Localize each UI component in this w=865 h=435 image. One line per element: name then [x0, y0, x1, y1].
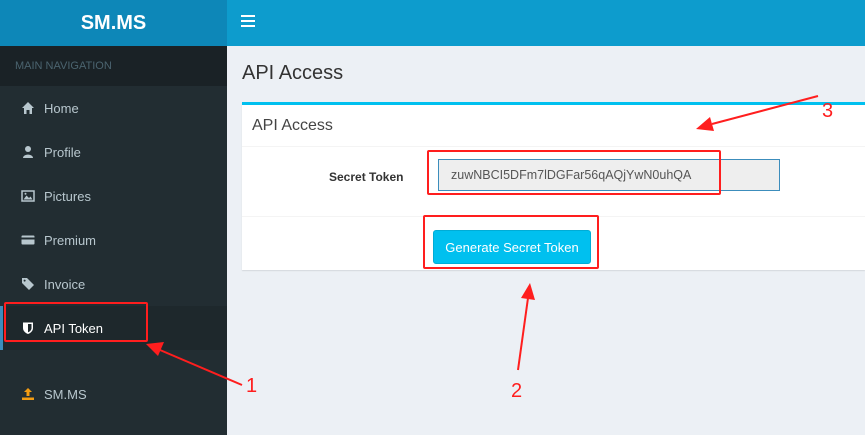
image-icon [20, 189, 36, 203]
sidebar-item-premium[interactable]: Premium [0, 218, 227, 262]
upload-icon [20, 387, 36, 401]
page-title: API Access [242, 62, 344, 84]
annotation-box-api-token [4, 302, 148, 342]
sidebar-item-label: Premium [44, 232, 97, 248]
sidebar-item-label: Pictures [44, 188, 91, 204]
sidebar-item-profile[interactable]: Profile [0, 130, 227, 174]
box-title: API Access [242, 105, 865, 147]
hamburger-icon[interactable] [241, 15, 255, 29]
annotation-label-1: 1 [246, 375, 258, 397]
sidebar-item-invoice[interactable]: Invoice [0, 262, 227, 306]
sidebar-item-label: Profile [44, 144, 81, 160]
annotation-box-generate-button [423, 215, 599, 269]
annotation-label-2: 2 [511, 380, 523, 402]
home-icon [20, 101, 36, 115]
annotation-box-secret-token [427, 150, 721, 195]
sidebar-item-smms[interactable]: SM.MS [0, 372, 227, 416]
secret-token-label: Secret Token [329, 170, 404, 184]
sidebar-item-pictures[interactable]: Pictures [0, 174, 227, 218]
credit-card-icon [20, 233, 36, 247]
logo[interactable]: SM.MS [0, 0, 227, 46]
sidebar: SM.MS MAIN NAVIGATION Home Profile Pictu… [0, 0, 227, 435]
sidebar-item-home[interactable]: Home [0, 86, 227, 130]
annotation-label-3: 3 [822, 100, 834, 122]
tag-icon [20, 277, 36, 291]
sidebar-item-label: SM.MS [44, 386, 87, 402]
sidebar-item-label: Home [44, 100, 79, 116]
top-navbar [227, 0, 865, 46]
nav-header: MAIN NAVIGATION [0, 46, 227, 86]
user-icon [20, 145, 36, 159]
sidebar-item-label: Invoice [44, 276, 86, 292]
